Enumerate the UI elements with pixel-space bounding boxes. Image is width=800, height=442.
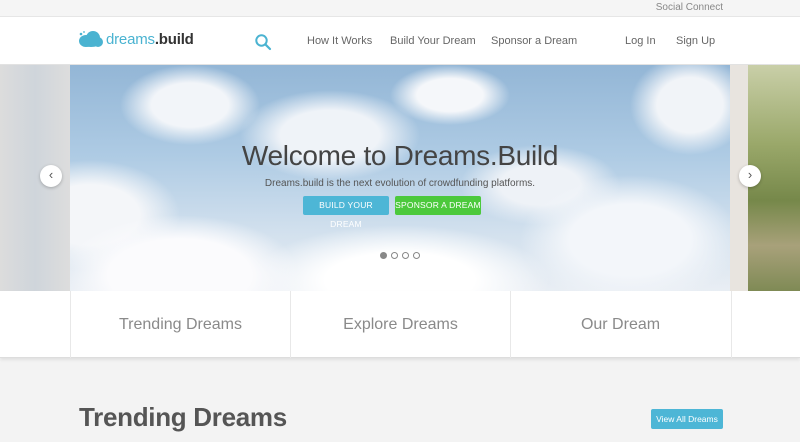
tile-divider	[731, 291, 732, 358]
main-navbar: dreams.build How It Works Build Your Dre…	[0, 17, 800, 65]
sponsor-a-dream-button[interactable]: SPONSOR A DREAM	[395, 196, 481, 215]
view-all-dreams-button[interactable]: View All Dreams	[651, 409, 723, 429]
search-icon[interactable]	[254, 33, 272, 51]
nav-sign-up[interactable]: Sign Up	[676, 35, 715, 47]
carousel-next-button[interactable]: ›	[739, 165, 761, 187]
nav-how-it-works[interactable]: How It Works	[307, 35, 372, 47]
hero-subtitle: Dreams.build is the next evolution of cr…	[264, 178, 536, 189]
cloud-logo-icon	[79, 31, 103, 47]
logo-word-part1: dreams	[106, 30, 155, 48]
nav-log-in[interactable]: Log In	[625, 35, 656, 47]
chevron-left-icon: ‹	[48, 167, 54, 182]
nav-sponsor-a-dream[interactable]: Sponsor a Dream	[491, 35, 577, 47]
carousel-dot-3[interactable]	[402, 252, 409, 259]
build-your-dream-button[interactable]: BUILD YOUR DREAM	[303, 196, 389, 229]
logo-wordmark: dreams.build	[106, 31, 194, 48]
hero-title: Welcome to Dreams.Build	[241, 140, 559, 171]
carousel-indicators	[380, 252, 420, 259]
carousel-prev-button[interactable]: ‹	[40, 165, 62, 187]
tile-trending-dreams[interactable]: Trending Dreams	[70, 291, 290, 358]
top-utility-bar: Social Connect	[0, 0, 800, 17]
feature-tiles: Trending Dreams Explore Dreams Our Dream	[0, 291, 800, 358]
carousel-dot-2[interactable]	[391, 252, 398, 259]
tile-explore-dreams[interactable]: Explore Dreams	[290, 291, 510, 358]
nav-build-your-dream[interactable]: Build Your Dream	[390, 35, 476, 47]
carousel-dot-1[interactable]	[380, 252, 387, 259]
logo-word-part2: .build	[154, 30, 194, 48]
section-title: Trending Dreams	[79, 402, 287, 432]
tile-our-dream[interactable]: Our Dream	[510, 291, 730, 358]
site-logo[interactable]: dreams.build	[78, 30, 194, 48]
chevron-right-icon: ›	[747, 167, 753, 182]
carousel-dot-4[interactable]	[413, 252, 420, 259]
social-connect-link[interactable]: Social Connect	[656, 2, 723, 13]
